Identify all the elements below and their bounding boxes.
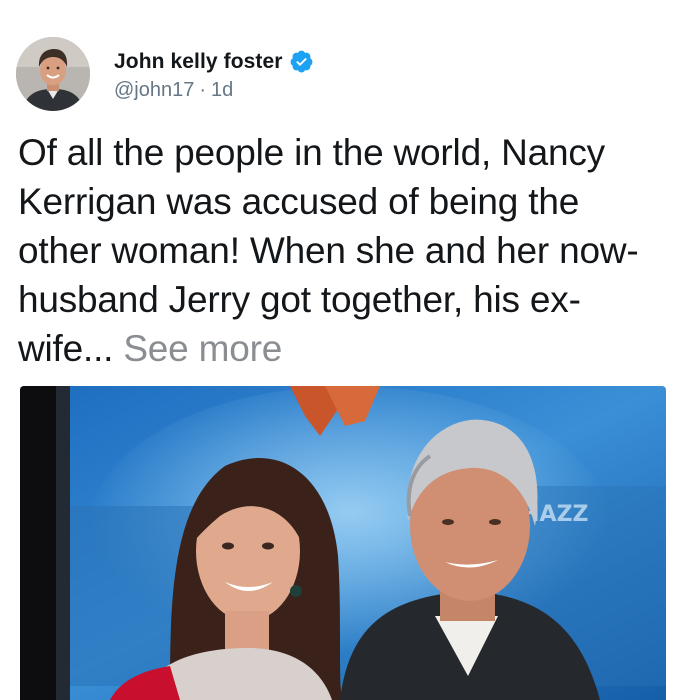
tweet-header: John kelly foster @john17 · 1d <box>16 36 314 112</box>
tweet-text: Of all the people in the world, Nancy Ke… <box>18 128 678 373</box>
tweet-text-line: Of all the people in the world, Nancy <box>18 132 605 173</box>
tweet-text-line: husband Jerry got together, his ex- <box>18 279 581 320</box>
author-handle[interactable]: @john17 <box>114 79 194 102</box>
meta-separator: · <box>199 78 207 101</box>
tweet-card: John kelly foster @john17 · 1d Of all th… <box>0 0 700 700</box>
meta-row: @john17 · 1d <box>114 79 314 102</box>
avatar[interactable] <box>16 37 90 111</box>
tweet-text-last-line: wife... See more <box>18 324 678 373</box>
avatar-photo <box>16 37 90 111</box>
see-more-link[interactable]: See more <box>123 328 282 369</box>
author-block: John kelly foster @john17 · 1d <box>114 47 314 102</box>
name-row: John kelly foster <box>114 47 314 77</box>
tweet-text-line: other woman! When she and her now- <box>18 230 639 271</box>
photo-couple-image: CHAZZ <box>20 386 666 700</box>
tweet-text-line: Kerrigan was accused of being the <box>18 181 580 222</box>
tweet-timestamp[interactable]: 1d <box>211 79 233 102</box>
author-display-name[interactable]: John kelly foster <box>114 50 283 74</box>
tweet-photo[interactable]: CHAZZ <box>20 386 666 700</box>
verified-badge-icon <box>289 49 314 74</box>
tweet-text-line: wife... <box>18 328 124 369</box>
